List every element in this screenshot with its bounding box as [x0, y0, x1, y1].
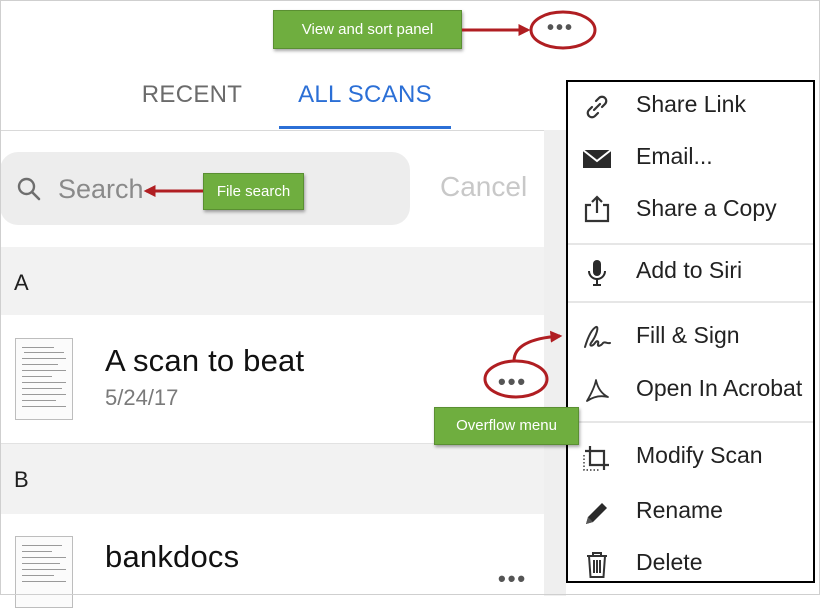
search-icon	[17, 177, 41, 201]
search-input[interactable]	[58, 171, 158, 207]
file-name: bankdocs	[105, 539, 240, 574]
callout-file-search: File search	[203, 173, 304, 210]
menu-item-modify-scan[interactable]: Modify Scan	[568, 433, 813, 485]
menu-item-label: Email...	[636, 143, 713, 169]
menu-item-label: Share Link	[636, 91, 746, 117]
overflow-menu: Share Link Email... Share a Copy Add to …	[566, 80, 815, 583]
menu-item-open-in-acrobat[interactable]: Open In Acrobat	[568, 366, 813, 418]
menu-item-label: Open In Acrobat	[636, 375, 803, 401]
menu-item-label: Modify Scan	[636, 442, 763, 468]
menu-divider	[568, 301, 813, 303]
menu-item-label: Fill & Sign	[636, 322, 740, 348]
menu-item-delete[interactable]: Delete	[568, 540, 813, 592]
callout-view-sort-panel: View and sort panel	[273, 10, 462, 49]
trash-icon	[587, 552, 607, 578]
file-row-bankdocs[interactable]: bankdocs •••	[0, 514, 544, 608]
file-more-button[interactable]: •••	[498, 369, 527, 395]
menu-item-add-to-siri[interactable]: Add to Siri	[568, 248, 813, 300]
menu-item-label: Add to Siri	[636, 257, 743, 283]
section-letter-a: A	[14, 270, 29, 295]
view-sort-button[interactable]: •••	[547, 17, 574, 40]
file-date: 5/24/17	[105, 385, 179, 410]
menu-item-share-copy[interactable]: Share a Copy	[568, 186, 813, 238]
tab-recent[interactable]: RECENT	[118, 80, 266, 130]
acrobat-icon	[586, 379, 609, 402]
menu-item-rename[interactable]: Rename	[568, 488, 813, 540]
signature-icon	[584, 326, 611, 348]
scan-app-screen: RECENT ALL SCANS Cancel A A scan to beat…	[0, 0, 821, 608]
envelope-icon	[582, 149, 612, 168]
section-header-a	[0, 247, 544, 315]
file-name: A scan to beat	[105, 343, 305, 378]
microphone-icon	[588, 260, 606, 286]
link-icon	[586, 95, 608, 119]
menu-item-label: Delete	[636, 549, 703, 575]
share-icon	[584, 195, 610, 223]
cancel-search-button[interactable]: Cancel	[440, 171, 527, 203]
crop-icon	[583, 446, 609, 471]
file-thumbnail	[15, 338, 73, 420]
menu-item-fill-sign[interactable]: Fill & Sign	[568, 313, 813, 365]
file-thumbnail	[15, 536, 73, 608]
callout-overflow-menu: Overflow menu	[434, 407, 579, 445]
menu-item-label: Share a Copy	[636, 195, 777, 221]
file-more-button[interactable]: •••	[498, 566, 527, 592]
menu-item-label: Rename	[636, 497, 723, 523]
tab-all-scans[interactable]: ALL SCANS	[279, 80, 451, 130]
menu-divider	[568, 243, 813, 245]
menu-item-share-link[interactable]: Share Link	[568, 82, 813, 134]
section-letter-b: B	[14, 467, 29, 492]
section-header-b	[0, 444, 544, 514]
pencil-icon	[586, 503, 607, 524]
menu-divider	[568, 421, 813, 423]
active-tab-indicator	[279, 126, 451, 129]
list-side-strip	[544, 130, 566, 596]
menu-item-email[interactable]: Email...	[568, 134, 813, 186]
